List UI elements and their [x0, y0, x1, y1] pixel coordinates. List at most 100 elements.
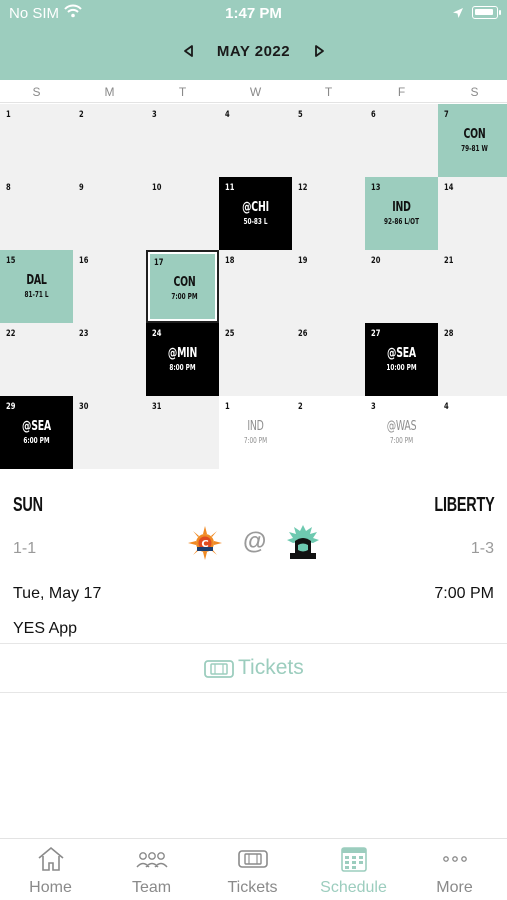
tab-tickets[interactable]: Tickets — [202, 839, 303, 900]
day-number: 27 — [371, 329, 381, 339]
day-number: 3 — [371, 402, 376, 412]
tab-more[interactable]: More — [404, 839, 505, 900]
calendar-day-game[interactable]: 15 DAL 81-71 L — [0, 250, 73, 323]
status-bar: No SIM 1:47 PM — [0, 0, 507, 28]
day-number: 11 — [225, 183, 235, 193]
calendar-day-game[interactable]: 24 @MIN 8:00 PM — [146, 323, 219, 396]
tab-home[interactable]: Home — [0, 839, 101, 900]
calendar-day[interactable]: 12 — [292, 177, 365, 250]
game-result: 7:00 PM — [171, 292, 198, 301]
day-number: 12 — [298, 183, 308, 193]
day-number: 2 — [79, 110, 84, 120]
next-month-button[interactable] — [310, 42, 328, 60]
calendar-day-game[interactable]: 11 @CHI 50-83 L — [219, 177, 292, 250]
calendar-day[interactable]: 23 — [73, 323, 146, 396]
game-opponent: @CHI — [242, 200, 269, 215]
team-icon — [136, 845, 168, 873]
calendar-day[interactable]: 8 — [0, 177, 73, 250]
connecticut-sun-logo-icon: C — [188, 526, 222, 560]
calendar-day-game[interactable]: 7 CON 79-81 W — [438, 104, 507, 177]
weekday-label: T — [178, 85, 187, 99]
calendar-day[interactable]: 20 — [365, 250, 438, 323]
game-opponent: IND — [247, 419, 264, 434]
day-number: 30 — [79, 402, 89, 412]
new-york-liberty-logo-icon — [284, 523, 322, 563]
calendar-day[interactable]: 22 — [0, 323, 73, 396]
calendar-day-game[interactable]: 3 @WAS 7:00 PM — [365, 396, 438, 469]
tickets-label: Tickets — [238, 656, 304, 679]
weekday-label: M — [104, 85, 115, 99]
clock: 1:47 PM — [225, 5, 282, 22]
game-opponent: @WAS — [386, 419, 417, 434]
game-time: 7:00 PM — [434, 585, 494, 602]
game-date: Tue, May 17 — [13, 585, 102, 602]
tab-team[interactable]: Team — [101, 839, 202, 900]
calendar-day[interactable]: 30 — [73, 396, 146, 469]
calendar-day[interactable]: 2 — [73, 104, 146, 177]
game-result: 7:00 PM — [243, 436, 268, 445]
ticket-icon — [237, 845, 269, 873]
game-opponent: @MIN — [167, 346, 198, 361]
calendar-day[interactable]: 9 — [73, 177, 146, 250]
chevron-right-icon — [315, 45, 324, 57]
battery-icon — [472, 6, 498, 19]
calendar-day[interactable]: 10 — [146, 177, 219, 250]
day-number: 4 — [225, 110, 230, 120]
calendar-day[interactable]: 5 — [292, 104, 365, 177]
tickets-button[interactable]: Tickets — [0, 643, 507, 693]
tab-schedule[interactable]: Schedule — [303, 839, 404, 900]
day-number: 15 — [6, 256, 16, 266]
home-icon — [35, 845, 67, 873]
calendar-icon — [338, 845, 370, 873]
tab-label: Schedule — [320, 879, 387, 896]
calendar-day[interactable]: 25 — [219, 323, 292, 396]
location-arrow-icon — [452, 6, 464, 23]
weekday-label: S — [32, 85, 41, 99]
calendar-day[interactable]: 2 — [292, 396, 365, 469]
calendar-day[interactable]: 6 — [365, 104, 438, 177]
day-number: 21 — [444, 256, 454, 266]
day-number: 23 — [79, 329, 89, 339]
battery-tip-icon — [499, 10, 501, 15]
day-number: 4 — [444, 402, 449, 412]
calendar-day[interactable]: 16 — [73, 250, 146, 323]
game-result: 92-86 L/OT — [383, 217, 420, 226]
broadcast-channel: YES App — [13, 620, 78, 637]
day-number: 13 — [371, 183, 381, 193]
calendar-day[interactable]: 1 — [0, 104, 73, 177]
calendar-day-game[interactable]: 27 @SEA 10:00 PM — [365, 323, 438, 396]
game-opponent: @SEA — [22, 419, 51, 434]
calendar-day-game[interactable]: 13 IND 92-86 L/OT — [365, 177, 438, 250]
tab-bar: Home Team Tickets Schedule More — [0, 838, 507, 900]
weekday-label: W — [249, 85, 262, 99]
game-opponent: CON — [173, 275, 196, 290]
month-navigation: MAY 2022 — [0, 36, 507, 68]
calendar-day[interactable]: 18 — [219, 250, 292, 323]
calendar-day[interactable]: 28 — [438, 323, 507, 396]
day-number: 22 — [6, 329, 16, 339]
home-team-name: SUN — [13, 494, 43, 516]
calendar-day[interactable]: 4 — [438, 396, 507, 469]
calendar-day[interactable]: 19 — [292, 250, 365, 323]
day-number: 6 — [371, 110, 376, 120]
calendar-day-game[interactable]: 29 @SEA 6:00 PM — [0, 396, 73, 469]
calendar-day-game[interactable]: 1 IND 7:00 PM — [219, 396, 292, 469]
calendar-day[interactable]: 21 — [438, 250, 507, 323]
calendar-day-game[interactable]: 17 CON 7:00 PM — [146, 250, 219, 323]
calendar-grid: 1 2 3 4 5 6 7 CON 79-81 W 8 9 10 11 @CHI 50-83 L 12 13 IN… — [0, 104, 507, 470]
game-result: 81-71 L — [24, 290, 49, 299]
day-number: 10 — [152, 183, 162, 193]
day-number: 24 — [152, 329, 162, 339]
day-number: 28 — [444, 329, 454, 339]
day-number: 14 — [444, 183, 454, 193]
calendar-day[interactable]: 26 — [292, 323, 365, 396]
header: No SIM 1:47 PM MAY 2022 — [0, 0, 507, 80]
calendar-day[interactable]: 3 — [146, 104, 219, 177]
game-result: 6:00 PM — [23, 436, 50, 445]
game-result: 8:00 PM — [169, 363, 196, 372]
game-opponent: @SEA — [387, 346, 416, 361]
game-detail: SUN LIBERTY 1-1 1-3 C @ Tue, May 17 7:00… — [0, 470, 507, 645]
calendar-day[interactable]: 31 — [146, 396, 219, 469]
calendar-day[interactable]: 4 — [219, 104, 292, 177]
calendar-day[interactable]: 14 — [438, 177, 507, 250]
